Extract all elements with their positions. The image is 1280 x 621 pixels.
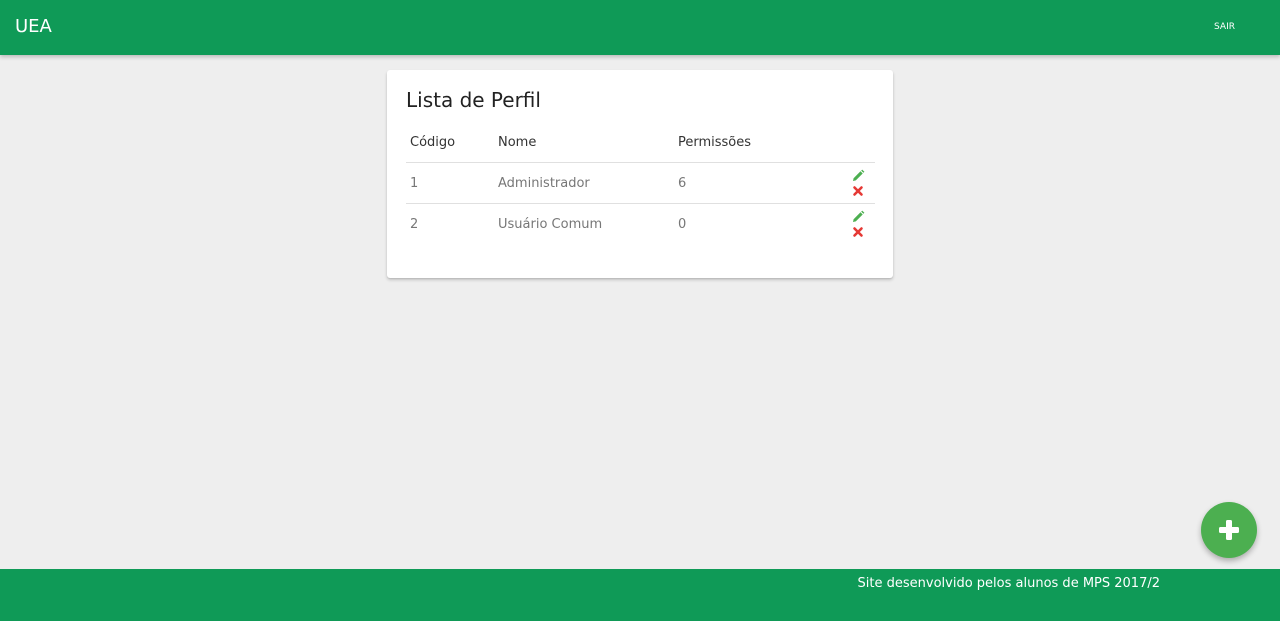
pencil-icon <box>853 169 865 181</box>
table-row: 1 Administrador 6 <box>406 162 875 204</box>
add-profile-button[interactable] <box>1201 502 1257 558</box>
profile-list-card: Lista de Perfil Código Nome Permissões 1… <box>387 70 893 278</box>
cell-permissions: 0 <box>678 216 687 232</box>
close-icon <box>853 226 863 237</box>
cell-actions <box>813 162 875 204</box>
plus-icon <box>1219 520 1239 540</box>
brand-title[interactable]: UEA <box>15 16 52 38</box>
cell-name: Administrador <box>494 162 674 204</box>
cell-code: 1 <box>406 162 494 204</box>
top-navbar: UEA SAIR <box>0 0 1280 55</box>
page-footer: Site desenvolvido pelos alunos de MPS 20… <box>0 569 1280 621</box>
column-header-name: Nome <box>494 122 674 163</box>
table-header-row: Código Nome Permissões <box>406 122 875 163</box>
pencil-icon <box>853 210 865 222</box>
delete-button[interactable] <box>851 184 865 198</box>
close-icon <box>853 185 863 196</box>
delete-button[interactable] <box>851 225 865 239</box>
cell-actions <box>813 204 875 245</box>
table-row: 2 Usuário Comum 0 <box>406 204 875 245</box>
column-header-actions <box>813 122 875 163</box>
cell-name: Usuário Comum <box>498 216 603 232</box>
edit-button[interactable] <box>851 169 865 183</box>
edit-button[interactable] <box>851 210 865 224</box>
card-title: Lista de Perfil <box>406 88 541 112</box>
footer-text: Site desenvolvido pelos alunos de MPS 20… <box>857 576 1160 591</box>
cell-permissions: 6 <box>674 162 813 204</box>
column-header-permissions: Permissões <box>674 122 813 163</box>
column-header-code: Código <box>406 122 494 163</box>
profile-table: Código Nome Permissões 1 Administrador 6 <box>406 122 875 244</box>
cell-code: 2 <box>410 216 419 232</box>
logout-link[interactable]: SAIR <box>1214 21 1235 33</box>
